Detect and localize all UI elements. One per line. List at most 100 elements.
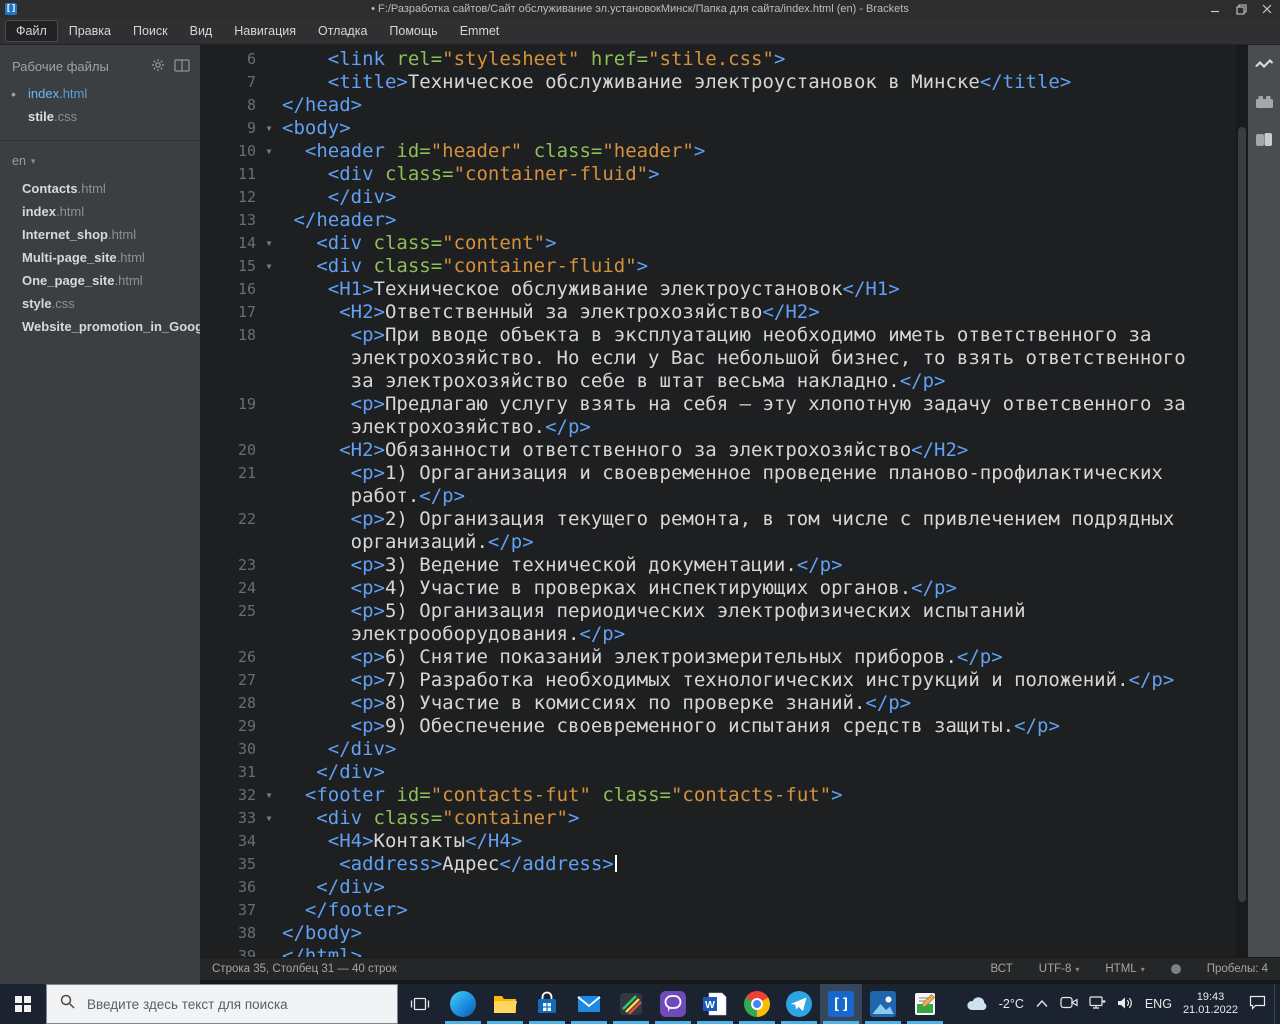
code-line-24[interactable]: 24 <p>4) Участие в проверках инспектирую… [200, 577, 1236, 600]
code-line-wrap[interactable]: электрохозяйство.</p> [200, 416, 1236, 439]
code-text[interactable]: <title>Техническое обслуживание электроу… [282, 71, 1236, 94]
fold-arrow-icon[interactable]: ▼ [256, 232, 282, 255]
search-input[interactable] [85, 995, 369, 1013]
project-file-style[interactable]: style .css [0, 292, 200, 315]
minimize-button[interactable] [1202, 0, 1228, 18]
fold-arrow-icon[interactable]: ▼ [256, 807, 282, 830]
editor-scrollbar[interactable] [1236, 45, 1248, 957]
menu-item-navigate[interactable]: Навигация [224, 21, 306, 41]
code-line-14[interactable]: 14 ▼ <div class="content"> [200, 232, 1236, 255]
code-text[interactable]: </body> [282, 922, 1236, 945]
action-center-icon[interactable] [1249, 995, 1266, 1013]
code-text[interactable]: <H2>Ответственный за электрохозяйство</H… [282, 301, 1236, 324]
code-text[interactable]: <p>7) Разработка необходимых технологиче… [282, 669, 1236, 692]
code-text[interactable]: <p>При вводе объекта в эксплуатацию необ… [282, 324, 1236, 347]
code-line-7[interactable]: 7 <title>Техническое обслуживание электр… [200, 71, 1236, 94]
code-text[interactable]: </div> [282, 876, 1236, 899]
code-line-wrap[interactable]: электрохозяйство. Но если у Вас небольшо… [200, 347, 1236, 370]
code-line-23[interactable]: 23 <p>3) Ведение технической документаци… [200, 554, 1236, 577]
code-text[interactable]: <p>6) Снятие показаний электроизмеритель… [282, 646, 1236, 669]
code-line-27[interactable]: 27 <p>7) Разработка необходимых технолог… [200, 669, 1236, 692]
code-text[interactable]: <H1>Техническое обслуживание электроуста… [282, 278, 1236, 301]
code-text[interactable]: электрохозяйство. Но если у Вас небольшо… [282, 347, 1236, 370]
project-file-website_promotion_in_google[interactable]: Website_promotion_in_Google.html [0, 315, 200, 338]
menu-item-debug[interactable]: Отладка [308, 21, 377, 41]
code-line-36[interactable]: 36 </div> [200, 876, 1236, 899]
indent-setting[interactable]: Пробелы: 4 [1207, 963, 1268, 975]
menu-item-find[interactable]: Поиск [123, 21, 178, 41]
split-view-icon[interactable] [174, 58, 190, 75]
show-desktop-button[interactable] [1274, 984, 1280, 1024]
gear-icon[interactable] [151, 58, 165, 75]
project-file-one_page_site[interactable]: One_page_site .html [0, 269, 200, 292]
code-line-35[interactable]: 35 <address>Адрес</address> [200, 853, 1236, 876]
working-file-stile[interactable]: stile .css [0, 105, 200, 128]
code-text[interactable]: <header id="header" class="header"> [282, 140, 1236, 163]
extension-manager-icon[interactable] [1255, 94, 1274, 114]
project-file-multi-page_site[interactable]: Multi-page_site .html [0, 246, 200, 269]
menu-item-edit[interactable]: Правка [59, 21, 121, 41]
code-line-26[interactable]: 26 <p>6) Снятие показаний электроизмерит… [200, 646, 1236, 669]
code-line-17[interactable]: 17 <H2>Ответственный за электрохозяйство… [200, 301, 1236, 324]
code-line-10[interactable]: 10 ▼ <header id="header" class="header"> [200, 140, 1236, 163]
taskbar-app-file-explorer[interactable] [484, 984, 526, 1024]
scrollbar-thumb[interactable] [1238, 127, 1246, 903]
code-text[interactable]: <p>4) Участие в проверках инспектирующих… [282, 577, 1236, 600]
code-text[interactable]: </div> [282, 738, 1236, 761]
title-bar[interactable]: [] • F:/Разработка сайтов/Сайт обслужива… [0, 0, 1280, 18]
taskbar-app-notes[interactable] [904, 984, 946, 1024]
code-text[interactable]: <p>Предлагаю услугу взять на себя — эту … [282, 393, 1236, 416]
live-preview-icon[interactable] [1254, 57, 1274, 76]
menu-item-emmet[interactable]: Emmet [450, 21, 510, 41]
code-line-34[interactable]: 34 <H4>Контакты</H4> [200, 830, 1236, 853]
meet-now-icon[interactable] [1060, 996, 1078, 1012]
code-line-6[interactable]: 6 <link rel="stylesheet" href="stile.css… [200, 48, 1236, 71]
menu-item-view[interactable]: Вид [180, 21, 223, 41]
code-text[interactable]: <div class="container"> [282, 807, 1236, 830]
code-line-13[interactable]: 13 </header> [200, 209, 1236, 232]
code-line-9[interactable]: 9 ▼ <body> [200, 117, 1236, 140]
fold-arrow-icon[interactable]: ▼ [256, 784, 282, 807]
code-text[interactable]: <body> [282, 117, 1236, 140]
code-line-11[interactable]: 11 <div class="container-fluid"> [200, 163, 1236, 186]
code-line-37[interactable]: 37 </footer> [200, 899, 1236, 922]
code-text[interactable]: <div class="content"> [282, 232, 1236, 255]
code-text[interactable]: <address>Адрес</address> [282, 853, 1236, 876]
tray-expand-icon[interactable] [1035, 997, 1049, 1011]
menu-item-help[interactable]: Помощь [379, 21, 447, 41]
code-text[interactable]: организаций.</p> [282, 531, 1236, 554]
code-text[interactable]: </footer> [282, 899, 1236, 922]
restore-button[interactable] [1228, 0, 1254, 18]
code-line-28[interactable]: 28 <p>8) Участие в комиссиях по проверке… [200, 692, 1236, 715]
taskbar-app-telegram[interactable] [778, 984, 820, 1024]
code-text[interactable]: электрооборудования.</p> [282, 623, 1236, 646]
taskbar-app-brackets[interactable]: [] [820, 984, 862, 1024]
code-text[interactable]: <div class="container-fluid"> [282, 255, 1236, 278]
start-button[interactable] [0, 984, 46, 1024]
taskbar-app-mail[interactable] [568, 984, 610, 1024]
code-text[interactable]: </div> [282, 186, 1236, 209]
code-text[interactable]: </head> [282, 94, 1236, 117]
language-selector[interactable]: HTML ▾ [1105, 963, 1144, 975]
code-line-32[interactable]: 32 ▼ <footer id="contacts-fut" class="con… [200, 784, 1236, 807]
code-line-15[interactable]: 15 ▼ <div class="container-fluid"> [200, 255, 1236, 278]
working-file-index[interactable]: • index .html [0, 82, 200, 105]
code-text[interactable]: <p>2) Организация текущего ремонта, в то… [282, 508, 1236, 531]
close-button[interactable] [1254, 0, 1280, 18]
code-line-39[interactable]: 39 </html> [200, 945, 1236, 957]
code-line-16[interactable]: 16 <H1>Техническое обслуживание электроу… [200, 278, 1236, 301]
language-indicator[interactable]: ENG [1145, 997, 1172, 1011]
project-file-contacts[interactable]: Contacts .html [0, 177, 200, 200]
menu-item-file[interactable]: Файл [6, 21, 57, 41]
code-text[interactable]: </html> [282, 945, 1236, 957]
code-line-29[interactable]: 29 <p>9) Обеспечение своевременного испы… [200, 715, 1236, 738]
code-text[interactable]: <p>8) Участие в комиссиях по проверке зн… [282, 692, 1236, 715]
taskbar-app-word[interactable]: W [694, 984, 736, 1024]
code-line-38[interactable]: 38 </body> [200, 922, 1236, 945]
snippets-icon[interactable] [1255, 132, 1273, 153]
lint-status-icon[interactable] [1170, 964, 1181, 974]
code-text[interactable]: <footer id="contacts-fut" class="contact… [282, 784, 1236, 807]
fold-arrow-icon[interactable]: ▼ [256, 140, 282, 163]
project-file-index[interactable]: index .html [0, 200, 200, 223]
code-line-22[interactable]: 22 <p>2) Организация текущего ремонта, в… [200, 508, 1236, 531]
